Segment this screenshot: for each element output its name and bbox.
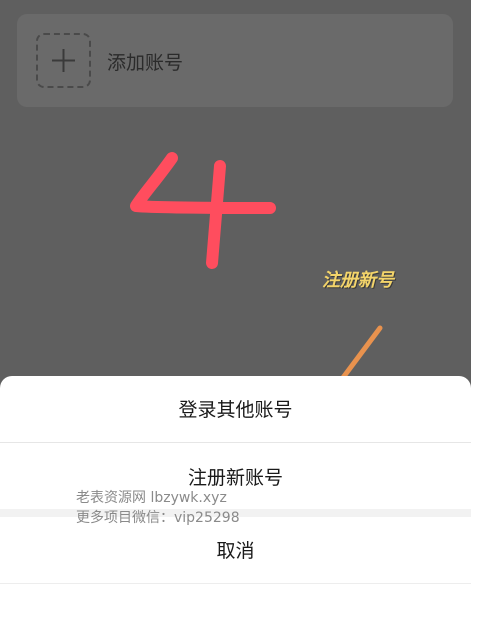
add-account-box[interactable] [36,33,91,88]
margin-strip [471,0,490,625]
add-account-label: 添加账号 [107,52,184,74]
plus-icon [52,49,75,72]
login-other-account-option[interactable]: 登录其他账号 [0,376,471,442]
hint-annotation-text: 注册新号 [322,270,394,291]
watermark-line: 更多项目微信：vip25298 [76,510,240,526]
app-screen: 添加账号 4 注册新号 登录其他账号 注册新账号 取消 [0,0,471,625]
watermark: 老表资源网 lbzywk.xyz 更多项目微信：vip25298 [76,488,240,528]
add-account-card[interactable]: 添加账号 [17,14,453,107]
watermark-line: 老表资源网 lbzywk.xyz [76,490,227,506]
divider [0,583,471,584]
step-number-annotation: 4 [130,152,276,269]
